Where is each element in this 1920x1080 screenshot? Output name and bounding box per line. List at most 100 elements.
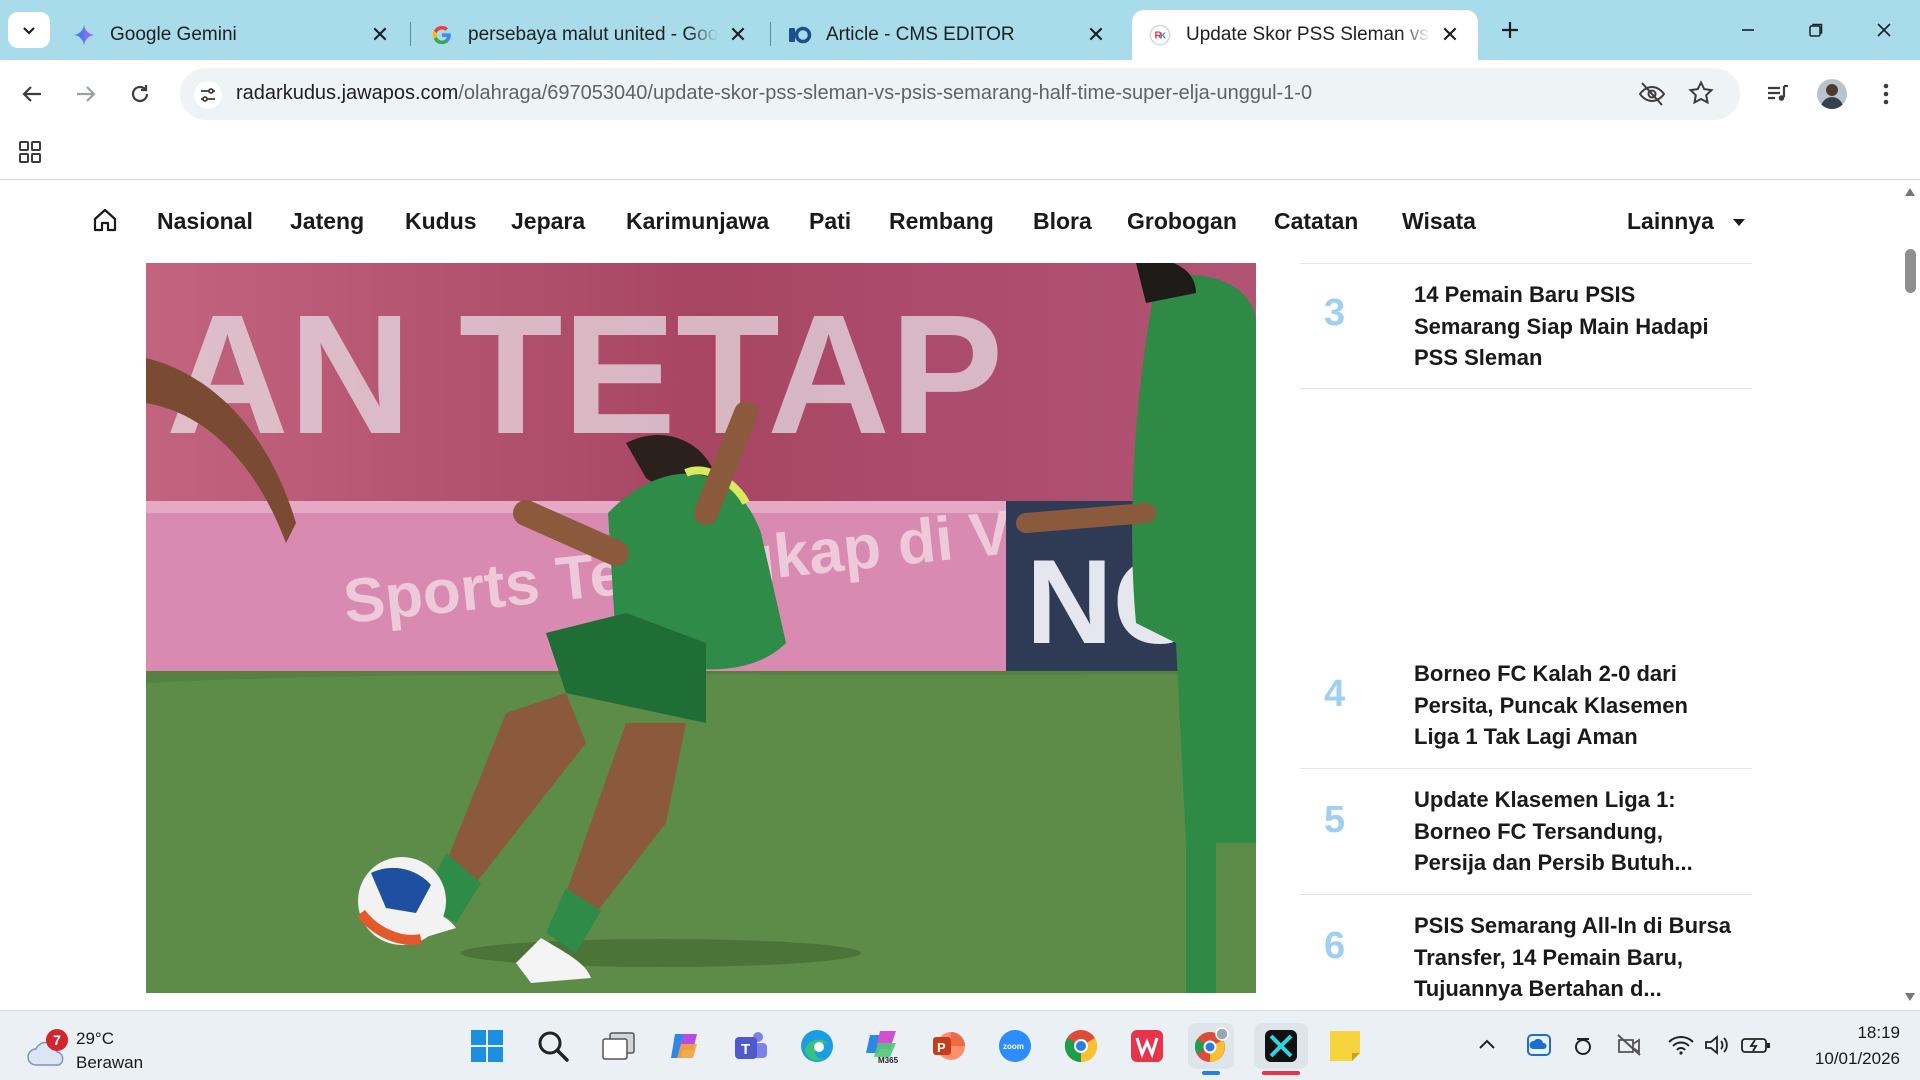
nav-item-karimunjawa[interactable]: Karimunjawa: [626, 208, 769, 235]
battery-charging-icon[interactable]: [1740, 1035, 1772, 1055]
windows-icon: [471, 1030, 503, 1062]
close-tab-icon[interactable]: ✕: [1084, 22, 1108, 47]
restore-button[interactable]: [1784, 10, 1848, 50]
nav-item-grobogan[interactable]: Grobogan: [1127, 208, 1237, 235]
nav-item-rembang[interactable]: Rembang: [889, 208, 994, 235]
camera-off-icon[interactable]: [1616, 1033, 1642, 1057]
chrome-app[interactable]: [1058, 1023, 1104, 1069]
list-item[interactable]: 4 Borneo FC Kalah 2-0 dari Persita, Punc…: [1300, 643, 1752, 769]
zoom-app[interactable]: zoom: [992, 1023, 1038, 1069]
close-window-button[interactable]: [1852, 10, 1916, 50]
weather-widget[interactable]: 7 29°C Berawan: [24, 1021, 184, 1072]
home-icon[interactable]: [92, 207, 118, 238]
capcut-app[interactable]: [1254, 1023, 1308, 1075]
new-tab-button[interactable]: [1494, 14, 1526, 46]
rank-title[interactable]: Borneo FC Kalah 2-0 dari Persita, Puncak…: [1414, 658, 1734, 753]
reload-button[interactable]: [120, 74, 160, 114]
forward-button[interactable]: [66, 74, 106, 114]
copilot-app[interactable]: [662, 1023, 708, 1069]
back-button[interactable]: [12, 74, 52, 114]
rank-title[interactable]: 14 Pemain Baru PSIS Semarang Siap Main H…: [1414, 279, 1734, 374]
powerpoint-icon: P: [933, 1032, 965, 1060]
nav-item-nasional[interactable]: Nasional: [157, 208, 253, 235]
bookmark-star-icon[interactable]: [1688, 80, 1714, 111]
teams-icon: T: [735, 1032, 767, 1059]
zoom-icon: zoom: [999, 1030, 1031, 1062]
nav-item-catatan[interactable]: Catatan: [1274, 208, 1358, 235]
task-view-icon: [602, 1032, 635, 1060]
weather-badge: 7: [46, 1029, 68, 1051]
tab-google-search[interactable]: persebaya malut united - Google ✕: [414, 10, 766, 60]
cms-icon: [788, 23, 812, 47]
rank-title[interactable]: Update Klasemen Liga 1: Borneo FC Tersan…: [1414, 784, 1734, 879]
nav-more-dropdown[interactable]: Lainnya: [1627, 208, 1746, 235]
profile-button[interactable]: [1812, 74, 1852, 114]
start-button[interactable]: [464, 1023, 510, 1069]
svg-text:T: T: [741, 1041, 750, 1058]
wps-app[interactable]: [1124, 1023, 1170, 1069]
tab-strip: Google Gemini ✕ persebaya malut united -…: [0, 0, 1920, 60]
active-indicator: [1262, 1071, 1300, 1075]
tab-google-gemini[interactable]: Google Gemini ✕: [56, 10, 408, 60]
wifi-icon[interactable]: [1668, 1035, 1694, 1055]
gemini-icon: [72, 23, 96, 47]
reload-icon: [131, 85, 149, 103]
svg-text:K: K: [1160, 32, 1166, 41]
close-tab-icon[interactable]: ✕: [1438, 22, 1462, 47]
system-tray: [1476, 1031, 1776, 1063]
edge-app[interactable]: [794, 1023, 840, 1069]
tab-search-button[interactable]: [8, 12, 50, 48]
rank-title[interactable]: PSIS Semarang All-In di Bursa Transfer, …: [1414, 910, 1734, 1005]
arrow-left-icon: [22, 86, 41, 102]
article-hero-image: AN TETAP Sports Terlengkap di Vidio NO: [146, 263, 1256, 993]
teams-app[interactable]: T: [728, 1023, 774, 1069]
nav-item-kudus[interactable]: Kudus: [405, 208, 477, 235]
close-icon: [1877, 23, 1891, 37]
url-path: /olahraga/697053040/update-skor-pss-slem…: [458, 82, 1313, 104]
minimize-button[interactable]: [1716, 10, 1780, 50]
eye-off-icon[interactable]: [1638, 81, 1666, 112]
onedrive-icon[interactable]: [1526, 1033, 1552, 1057]
tray-headset-icon[interactable]: [1572, 1033, 1594, 1057]
nav-item-wisata[interactable]: Wisata: [1402, 208, 1476, 235]
nav-item-jepara[interactable]: Jepara: [511, 208, 585, 235]
close-tab-icon[interactable]: ✕: [726, 22, 750, 47]
media-control-button[interactable]: [1758, 74, 1798, 114]
scrollbar-thumb[interactable]: [1905, 249, 1916, 293]
svg-text:M365: M365: [878, 1056, 899, 1065]
task-view-button[interactable]: [596, 1023, 642, 1069]
tab-cms-editor[interactable]: Article - CMS EDITOR ✕: [772, 10, 1124, 60]
nav-item-jateng[interactable]: Jateng: [290, 208, 364, 235]
sticky-notes-app[interactable]: [1322, 1023, 1368, 1069]
chrome-profile-icon: [1194, 1027, 1229, 1062]
site-info-icon[interactable]: [194, 81, 222, 109]
rank-number: 4: [1324, 673, 1346, 715]
taskbar-search-button[interactable]: [530, 1023, 576, 1069]
powerpoint-app[interactable]: P: [926, 1023, 972, 1069]
scroll-up-icon[interactable]: [1904, 187, 1916, 197]
address-bar[interactable]: radarkudus.jawapos.com/olahraga/69705304…: [180, 68, 1740, 120]
browser-menu-button[interactable]: [1866, 74, 1906, 114]
svg-text:P: P: [937, 1040, 946, 1055]
scroll-down-icon[interactable]: [1904, 992, 1916, 1002]
nav-item-pati[interactable]: Pati: [809, 208, 851, 235]
volume-icon[interactable]: [1704, 1034, 1730, 1056]
clock[interactable]: 18:19 10/01/2026: [1790, 1021, 1900, 1071]
list-item[interactable]: 3 14 Pemain Baru PSIS Semarang Siap Main…: [1300, 263, 1752, 389]
m365-app[interactable]: M365: [860, 1023, 906, 1069]
nav-item-blora[interactable]: Blora: [1033, 208, 1092, 235]
url-text: radarkudus.jawapos.com/olahraga/69705304…: [236, 82, 1312, 105]
page-scrollbar[interactable]: [1900, 181, 1920, 1010]
weather-desc: Berawan: [76, 1053, 144, 1072]
rank-number: 6: [1324, 925, 1346, 967]
tab-separator: [770, 22, 771, 46]
list-item[interactable]: 5 Update Klasemen Liga 1: Borneo FC Ters…: [1300, 769, 1752, 895]
list-item[interactable]: 6 PSIS Semarang All-In di Bursa Transfer…: [1300, 895, 1752, 1010]
clock-date: 10/01/2026: [1814, 1049, 1900, 1068]
chevron-up-icon[interactable]: [1478, 1037, 1496, 1051]
apps-grid-icon[interactable]: [18, 140, 42, 169]
chrome-profile-app[interactable]: [1188, 1023, 1234, 1075]
tab-radar-kudus-article[interactable]: RK Update Skor PSS Sleman vs PSIS ✕: [1132, 10, 1478, 60]
capcut-icon: [1265, 1030, 1297, 1062]
close-tab-icon[interactable]: ✕: [368, 22, 392, 47]
